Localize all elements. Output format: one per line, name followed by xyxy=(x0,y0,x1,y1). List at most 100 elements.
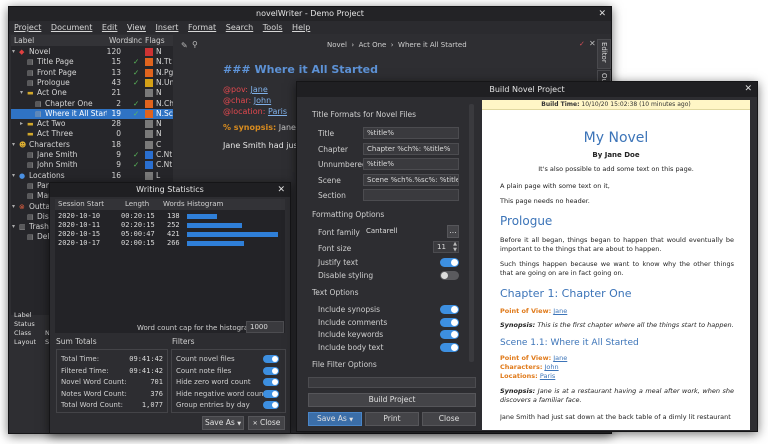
spell-check-icon[interactable]: ✓ xyxy=(579,40,585,48)
stats-close-label: Close xyxy=(259,418,281,427)
filter-label: Group entries by day xyxy=(176,401,250,409)
sc-loc-key: Locations: xyxy=(500,372,538,380)
stats-row[interactable]: 2020-10-10 00:20:15 138 xyxy=(55,212,285,221)
stats-row[interactable]: 2020-10-15 05:00:47 421 xyxy=(55,230,285,239)
tree-row[interactable]: ▾ ◆ Novel 120 N xyxy=(11,47,173,57)
menu-project[interactable]: Project xyxy=(14,23,41,32)
expand-arrow-icon[interactable]: ▾ xyxy=(12,171,15,181)
main-close-icon[interactable]: ✕ xyxy=(598,7,606,21)
text-option-toggle[interactable] xyxy=(440,317,459,327)
tree-row[interactable]: ▾ ● Locations 16 L xyxy=(11,171,173,181)
tree-item-words: 21 xyxy=(111,88,121,98)
format-field[interactable]: Scene %ch%.%sc%: %title% xyxy=(363,173,459,186)
sc-char-val[interactable]: John xyxy=(545,363,559,371)
build-project-button[interactable]: Build Project xyxy=(308,393,476,407)
expand-arrow-icon[interactable]: ▾ xyxy=(20,88,23,98)
sc-pov-val[interactable]: Jane xyxy=(553,354,567,362)
expand-arrow-icon[interactable]: ▾ xyxy=(12,47,15,57)
format-field[interactable]: Chapter %ch%: %title% xyxy=(363,142,459,155)
disable-styling-toggle[interactable] xyxy=(440,271,459,280)
meta-location-val[interactable]: Paris xyxy=(268,107,287,116)
stats-row[interactable]: 2020-10-17 02:00:15 266 xyxy=(55,239,285,248)
format-field[interactable]: %title% xyxy=(363,158,459,170)
ch-pov-val[interactable]: Jane xyxy=(553,307,567,315)
format-field[interactable] xyxy=(363,189,459,201)
font-size-spinbox[interactable]: 11 ▲ ▼ xyxy=(433,241,459,253)
tree-row[interactable]: ▤ Prologue 43 ✓ N.Un xyxy=(11,78,173,88)
build-close-button[interactable]: Close xyxy=(422,412,476,426)
menu-document[interactable]: Document xyxy=(51,23,92,32)
edit-pencil-icon[interactable]: ✎ xyxy=(181,41,188,50)
stats-row[interactable]: 2020-10-11 02:20:15 252 xyxy=(55,221,285,230)
tree-item-label: Chapter One xyxy=(45,98,93,108)
tree-item-flag: C xyxy=(156,139,162,149)
menu-insert[interactable]: Insert xyxy=(156,23,179,32)
text-option-toggle[interactable] xyxy=(440,342,459,352)
filter-toggle[interactable] xyxy=(263,389,279,398)
tree-row[interactable]: ▤ Title Page 15 ✓ N.Tt xyxy=(11,57,173,67)
tree-row[interactable]: ▤ Jane Smith 9 ✓ C.Nt xyxy=(11,150,173,160)
text-option-toggle[interactable] xyxy=(440,305,459,314)
tree-item-label: John Smith xyxy=(37,160,78,170)
build-close-icon[interactable]: ✕ xyxy=(744,82,752,97)
format-label: Title xyxy=(318,129,335,138)
format-field[interactable]: %title% xyxy=(363,127,459,139)
stats-words: 266 xyxy=(167,239,180,247)
tree-row[interactable]: ▤ John Smith 9 ✓ C.Nt xyxy=(11,160,173,170)
tree-row[interactable]: ▸ ▬ Act Two 28 N xyxy=(11,119,173,129)
sec-text-options: Text Options xyxy=(312,288,359,297)
tree-row[interactable]: ▾ ▬ Act One 21 N xyxy=(11,88,173,98)
menu-edit[interactable]: Edit xyxy=(102,23,118,32)
tree-item-flag: L xyxy=(156,170,161,180)
menu-tools[interactable]: Tools xyxy=(263,23,283,32)
tree-row[interactable]: ▤ Front Page 13 ✓ N.Pg xyxy=(11,68,173,78)
text-option-toggle[interactable] xyxy=(440,330,459,339)
expand-arrow-icon[interactable]: ▾ xyxy=(12,140,15,150)
tree-row[interactable]: ▤ Chapter One 2 ✓ N.Ch xyxy=(11,99,173,109)
preview-scene-body: Jane Smith had just sat down at the back… xyxy=(500,413,731,421)
detail-status-key: Status xyxy=(14,320,35,328)
expand-arrow-icon[interactable]: ▾ xyxy=(12,202,15,212)
tree-row[interactable]: ▤Where it All Start... 19 ✓ N.Sc xyxy=(11,108,173,119)
menu-view[interactable]: View xyxy=(127,23,146,32)
meta-pov-val[interactable]: Jane xyxy=(251,85,268,94)
tree-row[interactable]: ▬ Act Three 0 N xyxy=(11,129,173,139)
filter-toggle[interactable] xyxy=(263,366,279,375)
search-icon[interactable]: ⚲ xyxy=(192,40,198,49)
font-browse-button[interactable]: ... xyxy=(447,225,459,238)
document-icon: ▤ xyxy=(27,78,34,87)
settings-scrollbar[interactable] xyxy=(469,104,474,362)
stats-close-icon[interactable]: ✕ xyxy=(277,183,285,197)
meta-char-val[interactable]: John xyxy=(254,96,271,105)
cap-spinbox[interactable]: 1000 xyxy=(246,321,284,333)
document-icon: ▤ xyxy=(27,151,34,159)
filter-label: Hide zero word count xyxy=(176,378,251,386)
stats-save-as-button[interactable]: Save As ▼ xyxy=(202,416,244,430)
justify-text-toggle[interactable] xyxy=(440,258,459,267)
format-label: Unnumbered xyxy=(318,160,367,169)
filter-toggle[interactable] xyxy=(263,378,279,386)
menu-format[interactable]: Format xyxy=(188,23,216,32)
tree-item-words: 9 xyxy=(116,150,121,159)
main-title: novelWriter - Demo Project xyxy=(256,9,364,18)
font-family-field[interactable]: Cantarell xyxy=(363,226,445,238)
tree-row[interactable]: ▾ ☻ Characters 18 C xyxy=(11,140,173,150)
stats-length: 02:00:15 xyxy=(121,239,155,247)
expand-arrow-icon[interactable]: ▾ xyxy=(12,222,15,232)
menu-help[interactable]: Help xyxy=(292,23,310,32)
stats-words: 421 xyxy=(167,230,180,238)
text-option-label: Include body text xyxy=(318,342,384,352)
stats-length: 05:00:47 xyxy=(121,230,155,238)
filter-toggle[interactable] xyxy=(263,355,279,363)
editor-close-icon[interactable]: ✕ xyxy=(589,39,596,48)
side-tab-editor[interactable]: Editor xyxy=(597,39,611,69)
print-button[interactable]: Print xyxy=(365,412,419,426)
menu-search[interactable]: Search xyxy=(226,23,253,32)
filter-toggle[interactable] xyxy=(263,401,279,409)
build-save-as-button[interactable]: Save As ▼ xyxy=(308,412,362,426)
document-preview[interactable]: Build Time: 10/10/20 15:02:38 (10 minute… xyxy=(482,100,750,430)
collapse-arrow-icon[interactable]: ▸ xyxy=(20,119,23,129)
stats-close-button[interactable]: ✕ Close xyxy=(248,416,285,430)
sc-loc-val[interactable]: Paris xyxy=(540,372,555,380)
sec-formatting: Formatting Options xyxy=(312,210,385,219)
